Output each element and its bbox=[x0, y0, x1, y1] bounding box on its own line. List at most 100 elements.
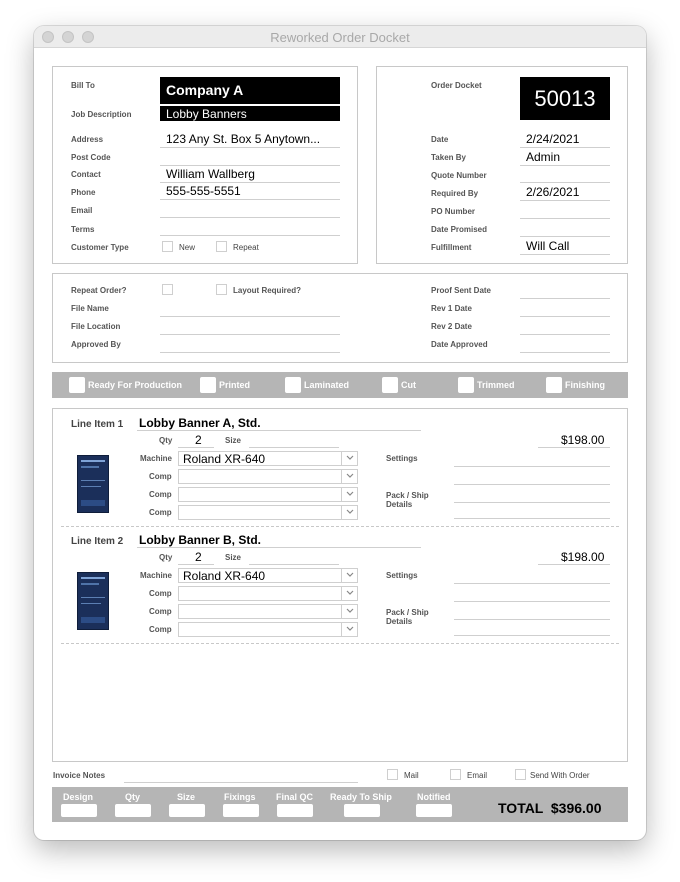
layout-required-checkbox[interactable] bbox=[216, 284, 227, 295]
finishing-label: Finishing bbox=[565, 380, 605, 390]
chevron-down-icon[interactable] bbox=[341, 506, 357, 519]
machine-dropdown[interactable]: Roland XR-640 bbox=[178, 568, 358, 583]
contact-field[interactable]: William Wallberg bbox=[166, 167, 255, 181]
line-item-price[interactable]: $198.00 bbox=[561, 433, 604, 447]
line-item-name[interactable]: Lobby Banner B, Std. bbox=[139, 533, 261, 547]
machine-value: Roland XR-640 bbox=[183, 452, 266, 466]
file-name-field[interactable] bbox=[160, 316, 340, 317]
printed-checkbox[interactable] bbox=[200, 377, 216, 393]
order-total: TOTAL $396.00 bbox=[498, 800, 602, 816]
rev1-date-field[interactable] bbox=[520, 316, 610, 317]
line-item-divider bbox=[61, 643, 619, 644]
send-with-order-checkbox[interactable] bbox=[515, 769, 526, 780]
settings-label: Settings bbox=[386, 454, 418, 463]
machine-label: Machine bbox=[140, 571, 173, 580]
finishing-checkbox[interactable] bbox=[546, 377, 562, 393]
required-by-field[interactable]: 2/26/2021 bbox=[526, 185, 579, 199]
fulfillment-label: Fulfillment bbox=[431, 243, 472, 252]
comp-dropdown[interactable] bbox=[178, 622, 358, 637]
qty-label: Qty bbox=[159, 436, 173, 445]
trimmed-checkbox[interactable] bbox=[458, 377, 474, 393]
invoice-notes-field[interactable] bbox=[124, 782, 358, 783]
chevron-down-icon[interactable] bbox=[341, 569, 357, 582]
size-footer-field[interactable] bbox=[169, 804, 205, 817]
final-qc-field[interactable] bbox=[277, 804, 313, 817]
address-field[interactable]: 123 Any St. Box 5 Anytown... bbox=[166, 132, 320, 146]
repeat-order-checkbox[interactable] bbox=[162, 284, 173, 295]
qty-footer-field[interactable] bbox=[115, 804, 151, 817]
pack-ship-field[interactable] bbox=[454, 502, 610, 503]
job-description-field[interactable]: Lobby Banners bbox=[160, 106, 340, 121]
order-docket-number[interactable]: 50013 bbox=[520, 77, 610, 120]
rev1-date-label: Rev 1 Date bbox=[431, 304, 472, 313]
trimmed-label: Trimmed bbox=[477, 380, 515, 390]
qty-field[interactable]: 2 bbox=[195, 433, 202, 447]
pack-ship-field[interactable] bbox=[454, 619, 610, 620]
invoice-notes-label: Invoice Notes bbox=[53, 771, 106, 780]
comp-dropdown[interactable] bbox=[178, 586, 358, 601]
comp-label: Comp bbox=[149, 490, 172, 499]
cut-checkbox[interactable] bbox=[382, 377, 398, 393]
file-location-field[interactable] bbox=[160, 334, 340, 335]
comp-label: Comp bbox=[149, 607, 172, 616]
comp-dropdown[interactable] bbox=[178, 604, 358, 619]
comp-dropdown[interactable] bbox=[178, 469, 358, 484]
design-field[interactable] bbox=[61, 804, 97, 817]
order-docket-label: Order Docket bbox=[431, 81, 482, 90]
settings-field[interactable] bbox=[454, 466, 610, 467]
ready-for-production-checkbox[interactable] bbox=[69, 377, 85, 393]
approved-by-field[interactable] bbox=[160, 352, 340, 353]
qty-field[interactable]: 2 bbox=[195, 550, 202, 564]
customer-panel: Bill To Company A Job Description Lobby … bbox=[52, 66, 358, 264]
chevron-down-icon[interactable] bbox=[341, 452, 357, 465]
send-with-order-label: Send With Order bbox=[530, 771, 590, 780]
ready-to-ship-field[interactable] bbox=[344, 804, 380, 817]
size-field[interactable] bbox=[249, 564, 339, 565]
customer-type-repeat-label: Repeat bbox=[233, 243, 259, 252]
chevron-down-icon[interactable] bbox=[341, 488, 357, 501]
line-item-name[interactable]: Lobby Banner A, Std. bbox=[139, 416, 261, 430]
rev2-date-field[interactable] bbox=[520, 334, 610, 335]
email-checkbox[interactable] bbox=[450, 769, 461, 780]
pack-ship-label: Pack / Ship bbox=[386, 608, 429, 617]
fulfillment-field[interactable]: Will Call bbox=[526, 239, 569, 253]
fixings-field[interactable] bbox=[223, 804, 259, 817]
machine-dropdown[interactable]: Roland XR-640 bbox=[178, 451, 358, 466]
bill-to-label: Bill To bbox=[71, 81, 95, 90]
banner-thumbnail bbox=[77, 572, 109, 630]
chevron-down-icon[interactable] bbox=[341, 587, 357, 600]
taken-by-field[interactable]: Admin bbox=[526, 150, 560, 164]
comp-dropdown[interactable] bbox=[178, 487, 358, 502]
ready-to-ship-label: Ready To Ship bbox=[330, 792, 392, 802]
chevron-down-icon[interactable] bbox=[341, 470, 357, 483]
line-item-label: Line Item 1 bbox=[71, 419, 124, 430]
comp-dropdown[interactable] bbox=[178, 505, 358, 520]
bill-to-field[interactable]: Company A bbox=[160, 77, 340, 104]
date-approved-field[interactable] bbox=[520, 352, 610, 353]
settings-field[interactable] bbox=[454, 583, 610, 584]
chevron-down-icon[interactable] bbox=[341, 605, 357, 618]
notified-field[interactable] bbox=[416, 804, 452, 817]
proof-sent-date-field[interactable] bbox=[520, 298, 610, 299]
date-label: Date bbox=[431, 135, 449, 144]
email-label: Email bbox=[71, 206, 93, 215]
design-label: Design bbox=[63, 792, 94, 802]
mail-checkbox[interactable] bbox=[387, 769, 398, 780]
taken-by-label: Taken By bbox=[431, 153, 466, 162]
date-field[interactable]: 2/24/2021 bbox=[526, 132, 579, 146]
customer-type-new-label: New bbox=[179, 243, 196, 252]
post-code-label: Post Code bbox=[71, 153, 111, 162]
ready-for-production-label: Ready For Production bbox=[88, 380, 183, 390]
laminated-checkbox[interactable] bbox=[285, 377, 301, 393]
phone-field[interactable]: 555-555-5551 bbox=[166, 184, 241, 198]
po-number-label: PO Number bbox=[431, 207, 476, 216]
line-item-divider bbox=[61, 526, 619, 527]
customer-type-new-checkbox[interactable] bbox=[162, 241, 173, 252]
line-item-price[interactable]: $198.00 bbox=[561, 550, 604, 564]
customer-type-repeat-checkbox[interactable] bbox=[216, 241, 227, 252]
chevron-down-icon[interactable] bbox=[341, 623, 357, 636]
comp-label: Comp bbox=[149, 589, 172, 598]
size-label: Size bbox=[225, 436, 242, 445]
size-field[interactable] bbox=[249, 447, 339, 448]
repeat-order-label: Repeat Order? bbox=[71, 286, 127, 295]
